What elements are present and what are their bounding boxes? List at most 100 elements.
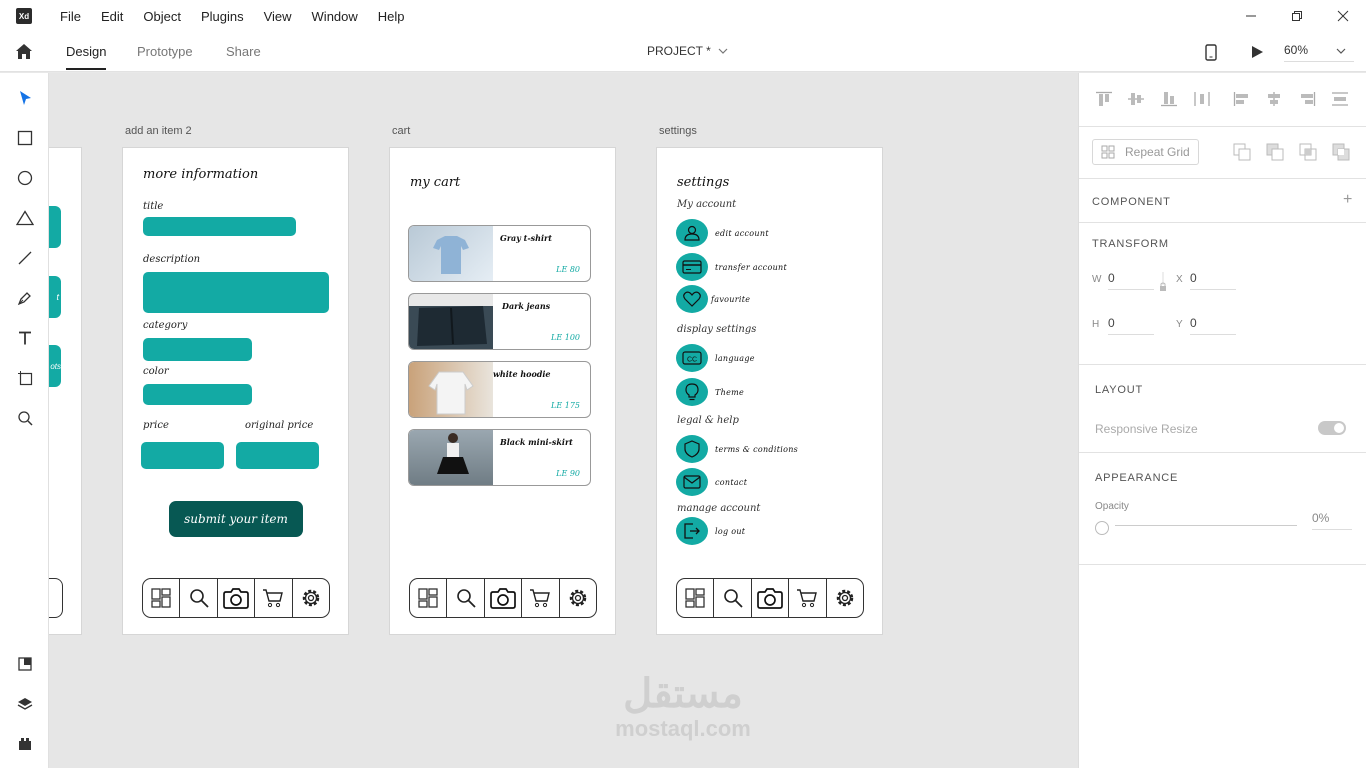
setting-favourite[interactable]: favourite: [676, 285, 750, 313]
description-field[interactable]: [143, 272, 329, 313]
setting-label: terms & conditions: [715, 444, 799, 454]
title-field[interactable]: [143, 217, 296, 236]
x-input[interactable]: 0: [1190, 271, 1236, 290]
setting-theme[interactable]: Theme: [676, 378, 744, 406]
field-label-color: color: [143, 366, 169, 377]
tab-prototype[interactable]: Prototype: [137, 44, 193, 59]
cart-item[interactable]: white hoodie LE 175: [408, 361, 591, 418]
height-input[interactable]: 0: [1108, 316, 1154, 335]
align-center-icon[interactable]: [1265, 91, 1283, 107]
menu-file[interactable]: File: [60, 9, 81, 24]
y-input[interactable]: 0: [1190, 316, 1236, 335]
play-icon[interactable]: [1251, 45, 1264, 59]
artboard-label[interactable]: cart: [392, 125, 410, 137]
nav-search[interactable]: [447, 579, 485, 617]
artboard-cart[interactable]: my cart Gray t-shirt LE 80 Dark jeans LE…: [389, 147, 616, 635]
layers-panel-button[interactable]: [12, 691, 38, 717]
setting-terms[interactable]: terms & conditions: [676, 435, 798, 463]
cart-item[interactable]: Dark jeans LE 100: [408, 293, 591, 350]
nav-camera[interactable]: [218, 579, 256, 617]
align-right-icon[interactable]: [1298, 91, 1316, 107]
menu-view[interactable]: View: [264, 9, 292, 24]
boolean-intersect-icon[interactable]: [1299, 143, 1317, 161]
minimize-button[interactable]: [1228, 0, 1274, 32]
align-left-icon[interactable]: [1233, 91, 1251, 107]
nav-home[interactable]: [143, 579, 181, 617]
restore-button[interactable]: [1274, 0, 1320, 32]
setting-edit-account[interactable]: edit account: [676, 219, 769, 247]
boolean-subtract-icon[interactable]: [1266, 143, 1284, 161]
nav-search[interactable]: [714, 579, 752, 617]
menu-edit[interactable]: Edit: [101, 9, 123, 24]
text-tool[interactable]: [12, 325, 38, 351]
distribute-horizontal-icon[interactable]: [1331, 91, 1349, 107]
color-field[interactable]: [143, 384, 252, 405]
line-tool[interactable]: [12, 245, 38, 271]
close-button[interactable]: [1320, 0, 1366, 32]
category-field[interactable]: [143, 338, 252, 361]
nav-settings[interactable]: [293, 579, 329, 617]
nav-home[interactable]: [677, 579, 715, 617]
tab-design[interactable]: Design: [66, 44, 106, 59]
nav-search[interactable]: [180, 579, 218, 617]
align-section: [1079, 73, 1366, 127]
align-bottom-icon[interactable]: [1160, 91, 1178, 107]
boolean-exclude-icon[interactable]: [1332, 143, 1350, 161]
design-canvas[interactable]: t ots add an item 2 more information tit…: [49, 73, 1078, 768]
nav-camera[interactable]: [485, 579, 523, 617]
nav-settings[interactable]: [560, 579, 596, 617]
assets-panel-button[interactable]: [12, 651, 38, 677]
polygon-tool[interactable]: [12, 205, 38, 231]
artboard-tool[interactable]: [12, 365, 38, 391]
home-icon[interactable]: [15, 43, 33, 60]
opacity-input[interactable]: 0%: [1312, 511, 1352, 530]
menu-window[interactable]: Window: [312, 9, 358, 24]
add-component-icon[interactable]: +: [1343, 191, 1352, 209]
tab-share[interactable]: Share: [226, 44, 261, 59]
plugins-panel-button[interactable]: [12, 731, 38, 757]
menu-help[interactable]: Help: [378, 9, 405, 24]
artboard-settings[interactable]: settings My account edit account transfe…: [656, 147, 883, 635]
setting-transfer-account[interactable]: transfer account: [676, 253, 787, 281]
pen-tool[interactable]: [12, 285, 38, 311]
repeat-grid-button[interactable]: Repeat Grid: [1092, 139, 1199, 165]
menu-plugins[interactable]: Plugins: [201, 9, 244, 24]
align-top-icon[interactable]: [1095, 91, 1113, 107]
artboard-label[interactable]: settings: [659, 125, 697, 137]
price-field[interactable]: [141, 442, 224, 469]
zoom-select[interactable]: 60%: [1284, 43, 1354, 62]
setting-language[interactable]: CC language: [676, 344, 755, 372]
responsive-resize-toggle[interactable]: [1318, 421, 1346, 435]
artboard-label[interactable]: add an item 2: [125, 125, 192, 137]
section-display-settings: display settings: [677, 324, 757, 335]
original-price-field[interactable]: [236, 442, 319, 469]
nav-home[interactable]: [410, 579, 448, 617]
nav-cart[interactable]: [255, 579, 293, 617]
rectangle-tool[interactable]: [12, 125, 38, 151]
device-preview-icon[interactable]: [1205, 44, 1217, 61]
distribute-vertical-icon[interactable]: [1193, 91, 1211, 107]
cart-item[interactable]: Black mini-skirt LE 90: [408, 429, 591, 486]
nav-cart[interactable]: [522, 579, 560, 617]
lock-icon[interactable]: [1159, 271, 1167, 297]
select-tool[interactable]: [12, 85, 38, 111]
submit-item-button[interactable]: submit your item: [169, 501, 303, 537]
opacity-slider-handle[interactable]: [1095, 521, 1109, 535]
setting-logout[interactable]: log out: [676, 517, 745, 545]
logout-icon: [684, 523, 700, 539]
align-middle-icon[interactable]: [1127, 91, 1145, 107]
project-title[interactable]: PROJECT *: [647, 44, 728, 58]
menu-object[interactable]: Object: [143, 9, 181, 24]
artboard-add-item[interactable]: more information title description categ…: [122, 147, 349, 635]
nav-cart[interactable]: [789, 579, 827, 617]
artboard-partial[interactable]: t ots: [49, 147, 82, 635]
boolean-add-icon[interactable]: [1233, 143, 1251, 161]
ellipse-tool[interactable]: [12, 165, 38, 191]
nav-camera[interactable]: [752, 579, 790, 617]
setting-contact[interactable]: contact: [676, 468, 747, 496]
zoom-tool[interactable]: [12, 405, 38, 431]
width-input[interactable]: 0: [1108, 271, 1154, 290]
opacity-slider-track[interactable]: [1115, 525, 1297, 526]
cart-item[interactable]: Gray t-shirt LE 80: [408, 225, 591, 282]
nav-settings[interactable]: [827, 579, 863, 617]
